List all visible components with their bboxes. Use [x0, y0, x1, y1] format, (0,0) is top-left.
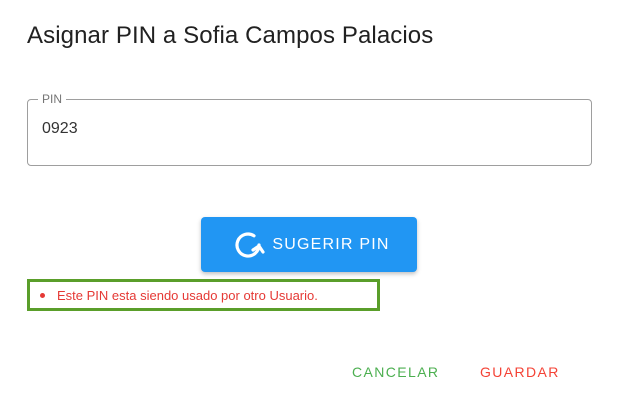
bullet-icon: [40, 292, 45, 298]
error-message-box: Este PIN esta siendo usado por otro Usua…: [27, 279, 380, 311]
refresh-icon: [228, 225, 268, 265]
suggest-pin-label: SUGERIR PIN: [272, 235, 390, 253]
assign-pin-dialog: Asignar PIN a Sofia Campos Palacios PIN …: [0, 0, 620, 414]
pin-field-label: PIN: [38, 92, 67, 106]
save-button[interactable]: GUARDAR: [480, 362, 560, 382]
dialog-title: Asignar PIN a Sofia Campos Palacios: [27, 22, 434, 49]
pin-field[interactable]: PIN: [27, 92, 592, 166]
cancel-button[interactable]: CANCELAR: [352, 362, 439, 382]
suggest-pin-button[interactable]: SUGERIR PIN: [201, 217, 417, 272]
error-message: Este PIN esta siendo usado por otro Usua…: [57, 287, 318, 303]
pin-input[interactable]: [42, 120, 562, 138]
